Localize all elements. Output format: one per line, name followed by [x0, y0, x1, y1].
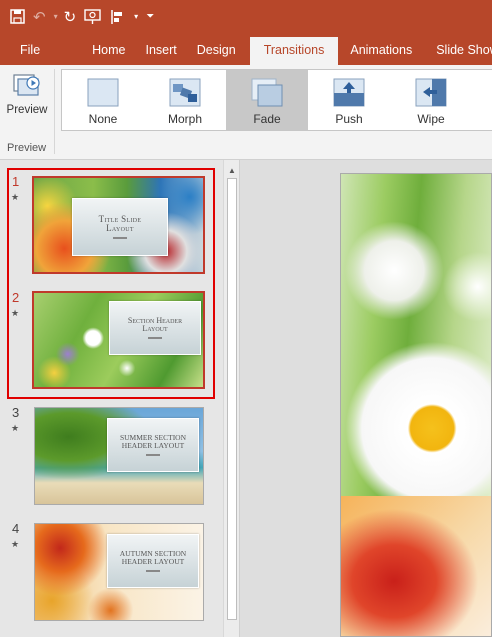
- redo-icon[interactable]: ↻: [64, 7, 77, 27]
- align-icon[interactable]: [110, 7, 126, 27]
- slide-number: 4: [12, 521, 20, 536]
- section-header-placeholder: Autumn Section Header Layout: [107, 534, 199, 588]
- slide-photo-top: [341, 174, 491, 496]
- group-separator: [54, 69, 55, 154]
- transition-push-label: Push: [335, 112, 363, 126]
- start-from-beginning-icon[interactable]: [84, 7, 102, 27]
- slide-number: 1: [12, 174, 20, 189]
- align-dropdown-icon[interactable]: ▾: [134, 7, 138, 27]
- tab-transitions[interactable]: Transitions: [249, 37, 339, 65]
- preview-button[interactable]: Preview: [4, 69, 50, 131]
- slide-thumbnail-1[interactable]: Title Slide Layout: [32, 176, 205, 274]
- push-transition-icon: [333, 78, 365, 107]
- subtitle-line: [146, 569, 160, 572]
- slide-title: Section Header Layout: [127, 315, 183, 333]
- ribbon-tab-bar: File Home Insert Design Transitions Anim…: [0, 33, 492, 65]
- tab-slide-show[interactable]: Slide Show: [422, 37, 492, 65]
- wipe-transition-icon: [415, 78, 447, 107]
- scroll-up-icon[interactable]: ▲: [228, 166, 236, 175]
- undo-icon[interactable]: ↶: [33, 7, 46, 27]
- slide-title: Title Slide Layout: [98, 213, 142, 233]
- save-icon[interactable]: [10, 7, 25, 27]
- transition-wipe-label: Wipe: [417, 112, 445, 126]
- title-placeholder: Title Slide Layout: [72, 198, 168, 256]
- transition-fade-label: Fade: [253, 112, 281, 126]
- transition-morph[interactable]: Morph: [144, 70, 226, 130]
- subtitle-line: [148, 337, 162, 340]
- transition-none[interactable]: None: [62, 70, 144, 130]
- tab-file[interactable]: File: [0, 37, 62, 65]
- preview-button-label: Preview: [6, 104, 48, 116]
- transition-star-icon: ★: [11, 423, 20, 433]
- slide-number: 2: [12, 290, 20, 305]
- scrollbar-thumb[interactable]: [227, 178, 237, 620]
- transition-morph-label: Morph: [167, 112, 202, 126]
- slide-title: Autumn Section Header Layout: [119, 549, 187, 566]
- tab-animations[interactable]: Animations: [338, 37, 422, 65]
- slide-thumbnail-3[interactable]: Summer Section Header Layout: [34, 407, 204, 505]
- current-slide-canvas[interactable]: [340, 173, 492, 637]
- thumbnail-scrollbar[interactable]: ▲: [223, 160, 239, 637]
- subtitle-line: [146, 453, 160, 456]
- transition-push[interactable]: Push: [308, 70, 390, 130]
- transition-star-icon: ★: [11, 539, 20, 549]
- customize-toolbar-icon[interactable]: ⏷: [146, 7, 154, 27]
- transition-gallery: None Morph Fade Push Wipe: [61, 69, 492, 131]
- fade-transition-icon: [251, 78, 283, 107]
- preview-group-label: Preview: [7, 142, 47, 154]
- preview-icon: [12, 71, 42, 101]
- tab-design[interactable]: Design: [187, 37, 246, 65]
- slide-title: Summer Section Header Layout: [119, 433, 187, 450]
- section-header-placeholder: Section Header Layout: [109, 301, 201, 355]
- none-transition-icon: [87, 78, 119, 107]
- slide-thumbnail-2[interactable]: Section Header Layout: [32, 291, 205, 389]
- subtitle-line: [113, 237, 127, 240]
- undo-dropdown-icon[interactable]: ▾: [54, 7, 58, 27]
- transition-star-icon: ★: [11, 308, 20, 318]
- morph-transition-icon: [169, 78, 201, 107]
- tab-insert[interactable]: Insert: [136, 37, 187, 65]
- section-header-placeholder: Summer Section Header Layout: [107, 418, 199, 472]
- slide-thumbnail-4[interactable]: Autumn Section Header Layout: [34, 523, 204, 621]
- quick-access-toolbar: ↶ ▾ ↻ ▾ ⏷: [0, 0, 492, 33]
- transition-wipe[interactable]: Wipe: [390, 70, 472, 130]
- transition-fade[interactable]: Fade: [226, 70, 308, 130]
- transition-none-label: None: [88, 112, 118, 126]
- slide-photo-bottom: [341, 496, 491, 636]
- transitions-ribbon: Preview Preview None Morph Fade Push Wip…: [0, 65, 492, 160]
- transition-star-icon: ★: [11, 192, 20, 202]
- tab-home[interactable]: Home: [62, 37, 135, 65]
- slide-number: 3: [12, 405, 20, 420]
